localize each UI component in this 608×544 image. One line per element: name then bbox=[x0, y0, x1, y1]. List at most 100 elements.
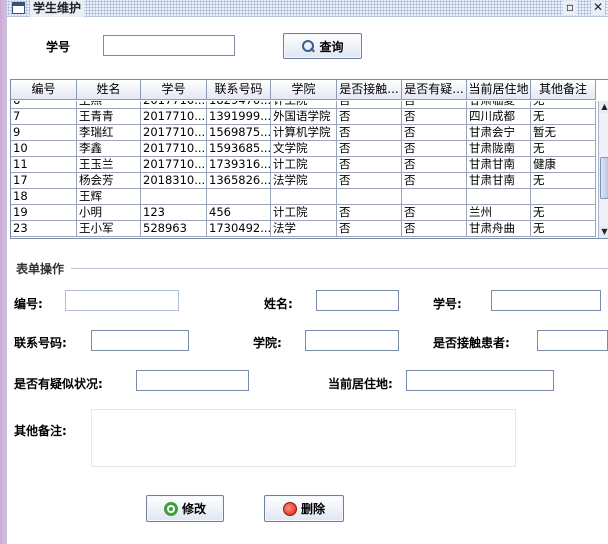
table-row[interactable]: 7 王青青 2017710... 1391999... 外国语学院否否四川成都无 bbox=[11, 109, 596, 125]
table-cell: 无 bbox=[531, 101, 596, 109]
table-cell bbox=[337, 189, 402, 205]
table-cell: 否 bbox=[337, 221, 402, 237]
table-cell: 无 bbox=[531, 141, 596, 157]
table-cell: 兰州 bbox=[467, 205, 531, 221]
table-cell: 文学院 bbox=[271, 141, 337, 157]
id-field[interactable] bbox=[65, 290, 179, 311]
table-cell: 否 bbox=[402, 141, 467, 157]
form-section-title: 表单操作 bbox=[16, 262, 65, 276]
table-cell: 否 bbox=[402, 221, 467, 237]
table-cell: 甘肃甘南 bbox=[467, 157, 531, 173]
symptom-field[interactable] bbox=[136, 370, 249, 391]
phone-field[interactable] bbox=[91, 330, 189, 351]
column-header[interactable]: 联系号码 bbox=[207, 80, 271, 100]
restore-icon[interactable]: ▫ bbox=[563, 1, 577, 15]
student-table[interactable]: 编号姓名学号联系号码学院是否接触...是否有疑...当前居住地其他备注 6王燕2… bbox=[10, 79, 608, 239]
table-cell: 无 bbox=[531, 109, 596, 125]
student-no-search-input[interactable] bbox=[103, 35, 235, 56]
scroll-down-icon[interactable]: ▼ bbox=[599, 226, 608, 238]
table-cell: 1365826... bbox=[207, 173, 271, 189]
column-header[interactable]: 其他备注 bbox=[531, 80, 596, 100]
table-row[interactable]: 11 王玉兰 2017710... 1739316... 计工院否否甘肃甘南 健康 bbox=[11, 157, 596, 173]
table-cell: 外国语学院 bbox=[271, 109, 337, 125]
table-cell: 甘肃陇南 bbox=[467, 141, 531, 157]
remarks-label: 其他备注: bbox=[14, 424, 67, 438]
table-cell: 王玉兰 bbox=[77, 157, 141, 173]
table-cell bbox=[467, 189, 531, 205]
table-row[interactable]: 10 李鑫 2017710... 1593685... 文学院否否甘肃陇南无 bbox=[11, 141, 596, 157]
table-cell bbox=[141, 189, 207, 205]
table-cell: 2017710... bbox=[141, 101, 207, 109]
table-cell: 杨会芳 bbox=[77, 173, 141, 189]
window-icon bbox=[12, 2, 25, 14]
search-label: 学号 bbox=[46, 40, 71, 54]
table-cell: 1739316... bbox=[207, 157, 271, 173]
symptom-label: 是否有疑似状况: bbox=[14, 377, 103, 391]
remarks-textarea[interactable] bbox=[91, 409, 516, 467]
college-field[interactable] bbox=[305, 330, 399, 351]
table-cell: 无 bbox=[531, 221, 596, 237]
student-no-field[interactable] bbox=[491, 290, 601, 311]
table-cell: 456 bbox=[207, 205, 271, 221]
table-cell: 否 bbox=[402, 125, 467, 141]
table-cell: 四川成都 bbox=[467, 109, 531, 125]
scroll-up-icon[interactable]: ▲ bbox=[599, 101, 608, 113]
close-icon[interactable]: ✕ bbox=[591, 1, 605, 15]
table-cell: 6 bbox=[11, 101, 77, 109]
refresh-icon bbox=[163, 501, 178, 516]
table-row[interactable]: 19 小明 123 456 计工院否否兰州无 bbox=[11, 205, 596, 221]
table-cell: 计工院 bbox=[271, 157, 337, 173]
scroll-thumb[interactable] bbox=[600, 157, 608, 199]
name-field[interactable] bbox=[316, 290, 399, 311]
column-header[interactable]: 是否有疑... bbox=[402, 80, 467, 100]
section-divider bbox=[71, 268, 608, 269]
table-row[interactable]: 17 杨会芳 2018310... 1365826... 法学院否否甘肃甘南无 bbox=[11, 173, 596, 189]
column-header[interactable]: 编号 bbox=[11, 80, 77, 100]
table-cell: 否 bbox=[337, 109, 402, 125]
column-header[interactable]: 学号 bbox=[141, 80, 207, 100]
table-row[interactable]: 18 王辉 bbox=[11, 189, 596, 205]
table-body[interactable]: 6王燕2017710...1829470...计工院否否甘肃临夏无7王青青201… bbox=[11, 101, 599, 238]
table-row[interactable]: 23 王小军 528963 1730492... 法学否否甘肃舟曲无 bbox=[11, 221, 596, 237]
column-header[interactable]: 姓名 bbox=[77, 80, 141, 100]
table-cell bbox=[271, 189, 337, 205]
table-cell: 17 bbox=[11, 173, 77, 189]
table-cell: 1829470... bbox=[207, 101, 271, 109]
table-header: 编号 姓名 学号 联系号码 学院 是否接触... 是否有疑... 当前居住地 其他备注 bbox=[11, 80, 596, 100]
table-cell: 2017710... bbox=[141, 141, 207, 157]
column-header[interactable]: 当前居住地 bbox=[467, 80, 531, 100]
search-button-label: 查询 bbox=[319, 39, 344, 54]
table-row[interactable]: 9 李瑞红 2017710... 1569875... 计算机学院否否甘肃会宁 暂无 bbox=[11, 125, 596, 141]
residence-label: 当前居住地: bbox=[328, 377, 393, 391]
table-cell: 1569875... bbox=[207, 125, 271, 141]
table-cell: 否 bbox=[337, 205, 402, 221]
table-cell: 否 bbox=[402, 109, 467, 125]
student-maintenance-window: 学生维护 ▫ ✕ 学号 查询 编号 姓名 学号 联系号码 学院 是否接触... 是否有疑..… bbox=[7, 0, 608, 544]
delete-button[interactable]: 删除 bbox=[264, 495, 344, 522]
table-row[interactable]: 6王燕2017710...1829470...计工院否否甘肃临夏无 bbox=[11, 101, 596, 109]
table-cell: 9 bbox=[11, 125, 77, 141]
modify-button[interactable]: 修改 bbox=[146, 495, 224, 522]
table-cell: 计算机学院 bbox=[271, 125, 337, 141]
table-cell: 18 bbox=[11, 189, 77, 205]
delete-icon bbox=[282, 501, 297, 516]
student-no-label: 学号: bbox=[433, 297, 462, 311]
search-button[interactable]: 查询 bbox=[283, 33, 362, 59]
contact-field[interactable] bbox=[537, 330, 608, 351]
table-cell: 否 bbox=[337, 125, 402, 141]
column-header[interactable]: 是否接触... bbox=[337, 80, 402, 100]
college-label: 学院: bbox=[253, 336, 282, 350]
table-cell: 2017710... bbox=[141, 157, 207, 173]
column-header[interactable]: 学院 bbox=[271, 80, 337, 100]
table-cell: 无 bbox=[531, 205, 596, 221]
contact-label: 是否接触患者: bbox=[433, 336, 510, 350]
table-cell: 否 bbox=[337, 173, 402, 189]
title-bar: 学生维护 ▫ ✕ bbox=[7, 0, 608, 17]
table-cell bbox=[531, 189, 596, 205]
table-cell: 7 bbox=[11, 109, 77, 125]
residence-field[interactable] bbox=[406, 370, 554, 391]
vertical-scrollbar[interactable]: ▲ ▼ bbox=[598, 101, 608, 238]
table-cell: 否 bbox=[402, 157, 467, 173]
table-cell: 法学院 bbox=[271, 173, 337, 189]
table-cell: 否 bbox=[337, 101, 402, 109]
